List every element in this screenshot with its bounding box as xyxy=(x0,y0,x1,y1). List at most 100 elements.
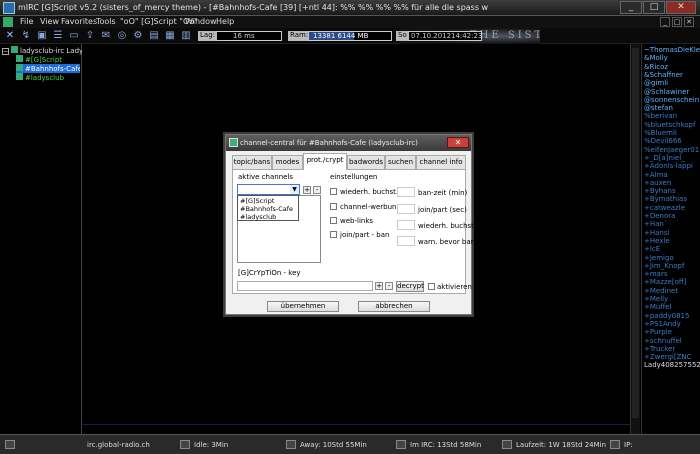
join-part-seconds-field[interactable] xyxy=(397,204,415,214)
notify-icon[interactable]: ▤ xyxy=(148,30,160,42)
remove-channel-button[interactable]: - xyxy=(313,186,321,194)
online-time-icon xyxy=(396,440,406,449)
decrypt-button[interactable]: decrypt xyxy=(396,281,424,292)
options-icon[interactable]: ↯ xyxy=(20,30,32,42)
disconnect-icon[interactable]: ✕ xyxy=(4,30,16,42)
status-in-irc: Im IRC: 13Std 58Min xyxy=(410,441,482,449)
tree-channel-item[interactable]: #ladysclub xyxy=(16,73,80,82)
mdi-minimize-button[interactable]: _ xyxy=(660,17,670,27)
tree-channel-label: #[G]Script xyxy=(25,56,63,64)
repeat-chars-checkbox[interactable] xyxy=(330,188,337,195)
idle-icon xyxy=(180,440,190,449)
web-links-label: web-links xyxy=(340,217,374,225)
message-input[interactable] xyxy=(83,424,630,432)
status-idle: Idle: 3Min xyxy=(194,441,229,449)
tree-channel-item[interactable]: #[G]Script xyxy=(16,55,80,64)
channels-list-icon[interactable]: ☰ xyxy=(52,30,64,42)
lag-meter: Lag: 16 ms xyxy=(198,31,282,41)
ban-time-label: ban-zeit (min) xyxy=(418,189,468,197)
dcc-send-icon[interactable]: ⇪ xyxy=(84,30,96,42)
nick-list[interactable]: ~ThomasDieKle &Molly &Ricoz &Schaffner @giml… xyxy=(641,44,700,434)
apply-button[interactable]: übernehmen xyxy=(267,301,339,312)
status-server: irc.global-radio.ch xyxy=(87,441,150,449)
server-status-icon xyxy=(5,440,15,449)
join-part-ban-checkbox[interactable] xyxy=(330,231,337,238)
menu-help[interactable]: Help xyxy=(216,17,234,26)
nick-list-item[interactable]: Lady408257552 xyxy=(644,361,700,370)
tree-channel-item-selected[interactable]: #Bahnhofs-Cafe xyxy=(16,64,80,73)
status-bar: irc.global-radio.ch Idle: 3Min Away: 10S… xyxy=(0,434,700,454)
join-part-seconds-label: join/part (sec) xyxy=(418,206,467,214)
scrollbar-thumb[interactable] xyxy=(632,48,639,418)
help-icon[interactable]: ▥ xyxy=(180,30,192,42)
collapse-icon[interactable]: − xyxy=(2,48,9,55)
mdi-close-button[interactable]: ✕ xyxy=(684,17,694,27)
activate-crypt-checkbox[interactable] xyxy=(428,283,435,290)
close-button[interactable]: ✕ xyxy=(666,1,696,14)
chat-scrollbar[interactable] xyxy=(630,44,640,434)
channel-dropdown: #[G]Script #Bahnhofs-Cafe #ladysclub xyxy=(237,195,299,221)
add-key-button[interactable]: + xyxy=(375,282,383,290)
ram-label-box: Ram: xyxy=(288,31,311,41)
menu-tools[interactable]: Tools xyxy=(96,17,116,26)
dropdown-option[interactable]: #ladysclub xyxy=(240,213,276,221)
active-channels-label: aktive channels xyxy=(238,173,294,181)
status-uptime: Laufzeit: 1W 18Std 24Min xyxy=(516,441,607,449)
dialog-close-button[interactable]: ✕ xyxy=(447,137,469,148)
dialog-title: channel-central für #Bahnhofs-Cafe (lady… xyxy=(226,135,471,151)
warn-before-ban-label: warn. bevor ban xyxy=(418,238,476,246)
dropdown-option[interactable]: #[G]Script xyxy=(240,197,274,205)
repeat-chars-field-label: wiederh. buchst. xyxy=(418,222,477,230)
crypt-key-label: [G]CrYpTiOn - key xyxy=(238,269,301,277)
date-label: So xyxy=(396,31,409,41)
tile-windows-icon[interactable]: ▦ xyxy=(164,30,176,42)
dcc-chat-icon[interactable]: ✉ xyxy=(100,30,112,42)
cancel-button[interactable]: abbrechen xyxy=(358,301,430,312)
dropdown-option[interactable]: #Bahnhofs-Cafe xyxy=(240,205,293,213)
maximize-button[interactable]: □ xyxy=(643,1,665,14)
warn-before-ban-field[interactable] xyxy=(397,236,415,246)
tab-modes[interactable]: modes xyxy=(272,155,303,169)
menu-window[interactable]: Window xyxy=(185,17,217,26)
ban-time-field[interactable] xyxy=(397,187,415,197)
tree-channel-label: #ladysclub xyxy=(25,74,65,82)
folder-icon[interactable]: ▭ xyxy=(68,30,80,42)
switchbar-tree: − ladysclub-irc Lady #[G]Script #Bahnhofs… xyxy=(0,44,82,434)
tree-server-item[interactable]: − ladysclub-irc Lady xyxy=(2,46,82,55)
tree-server-label: ladysclub-irc Lady xyxy=(20,47,82,55)
channel-window-icon[interactable] xyxy=(3,17,13,27)
remove-key-button[interactable]: - xyxy=(385,282,393,290)
crypt-key-input[interactable] xyxy=(237,281,373,291)
repeat-chars-field[interactable] xyxy=(397,220,415,230)
minimize-button[interactable]: _ xyxy=(620,1,642,14)
web-links-checkbox[interactable] xyxy=(330,217,337,224)
away-icon xyxy=(286,440,296,449)
tab-prot-crypt[interactable]: prot./crypt xyxy=(303,153,347,170)
toolbar: ✕ ↯ ▣ ☰ ▭ ⇪ ✉ ◎ ⚙ ▤ ▦ ▥ Lag: 16 ms Ram: … xyxy=(0,28,700,44)
menu-favorites[interactable]: Favorites xyxy=(61,17,97,26)
ram-value: 13381 6144 MB xyxy=(313,32,369,40)
join-part-ban-label: join/part - ban xyxy=(340,231,390,239)
address-book-icon[interactable]: ▣ xyxy=(36,30,48,42)
time-value: 14:42:23 xyxy=(451,32,483,40)
dialog-icon xyxy=(229,138,238,147)
tab-suchen[interactable]: suchen xyxy=(385,155,416,169)
tab-channel-info[interactable]: channel info xyxy=(416,155,466,169)
tab-badwords[interactable]: badwords xyxy=(347,155,385,169)
date-value: 07.10.2012 xyxy=(411,32,452,40)
menu-file[interactable]: File xyxy=(20,17,33,26)
channel-icon xyxy=(16,73,23,80)
tab-topic-bans[interactable]: topic/bans xyxy=(232,155,272,169)
uptime-icon xyxy=(502,440,512,449)
channel-select[interactable]: ▼ xyxy=(237,184,300,195)
mdi-restore-button[interactable]: □ xyxy=(672,17,682,27)
settings-label: einstellungen xyxy=(330,173,378,181)
add-channel-button[interactable]: + xyxy=(303,186,311,194)
logs-icon[interactable]: ⚙ xyxy=(132,30,144,42)
menu-view[interactable]: View xyxy=(40,17,59,26)
lag-label: Lag: xyxy=(198,31,217,41)
repeat-chars-label: wiederh. buchst. xyxy=(340,188,399,196)
chevron-down-icon[interactable]: ▼ xyxy=(290,185,299,194)
channel-ads-checkbox[interactable] xyxy=(330,203,337,210)
globe-icon[interactable]: ◎ xyxy=(116,30,128,42)
